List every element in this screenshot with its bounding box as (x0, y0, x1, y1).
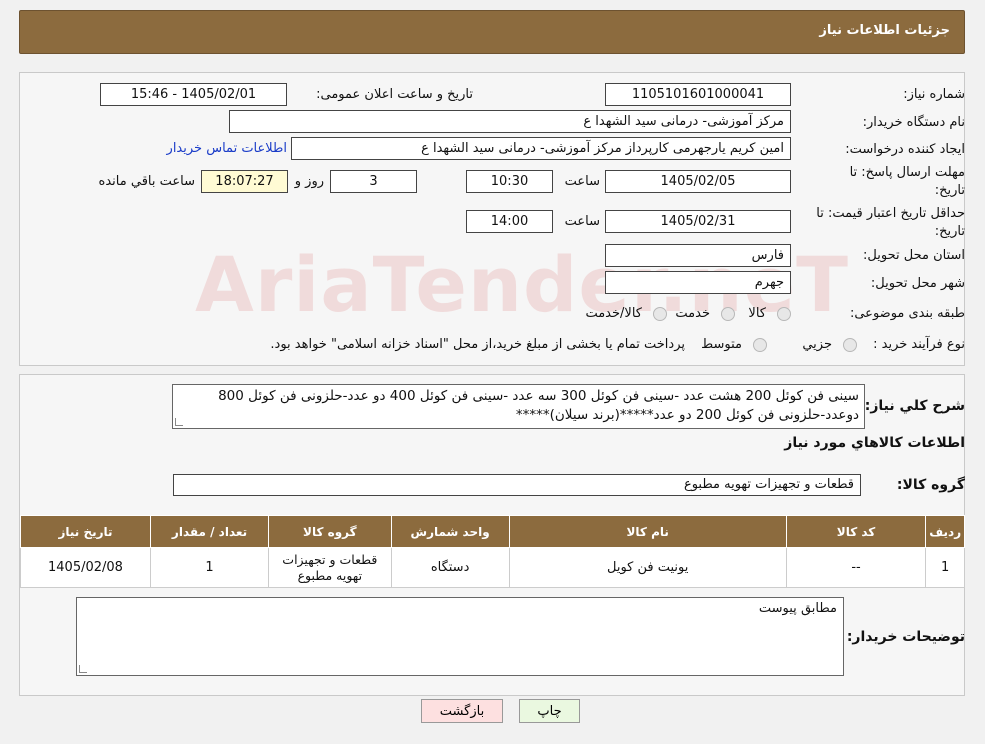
resize-grip-icon[interactable] (175, 418, 183, 426)
deadline-time-label: ساعت (564, 174, 600, 189)
buyer-org-field: مرکز آموزشی- درمانی سید الشهدا ع (229, 110, 791, 133)
process-note: پرداخت تمام یا بخشی از مبلغ خرید،از محل … (270, 337, 685, 352)
need-number-label: شماره نیاز: (903, 87, 965, 102)
province-label: استان محل تحویل: (863, 248, 965, 263)
goods-group-field: قطعات و تجهیزات تهویه مطبوع (173, 474, 861, 496)
process-medium-radio[interactable] (753, 338, 767, 352)
days-field: 3 (330, 170, 417, 193)
creator-label: ایجاد کننده درخواست: (845, 142, 965, 157)
table-header-row: رديف کد کالا نام کالا واحد شمارش گروه کا… (20, 515, 965, 548)
description-label: شرح کلي نياز: (864, 398, 965, 414)
page-header: جزئیات اطلاعات نیاز (19, 10, 965, 54)
validity-label: حداقل تاریخ اعتبار قیمت: تا (816, 206, 965, 221)
col-name-header: نام کالا (508, 515, 787, 548)
remaining-label: ساعت باقي مانده (98, 174, 195, 189)
cell-row: 1 (925, 547, 965, 588)
buyer-org-label: نام دستگاه خریدار: (862, 115, 965, 130)
col-code-header: کد کالا (785, 515, 927, 548)
validity-label-cont: تاریخ: (934, 224, 965, 239)
cell-qty: 1 (149, 547, 270, 588)
deadline-date-field: 1405/02/05 (605, 170, 791, 193)
validity-time-field: 14:00 (466, 210, 553, 233)
deadline-label: مهلت ارسال پاسخ: تا (849, 165, 965, 180)
table-row: 1 -- یونیت فن کویل دستگاه قطعات و تجهیزا… (20, 547, 965, 588)
cell-name: یونیت فن کویل (508, 547, 787, 588)
remaining-time-field: 18:07:27 (201, 170, 288, 193)
category-both-label: کالا/خدمت (585, 306, 642, 321)
col-date-header: تاریخ نیاز (20, 515, 151, 548)
city-field: جهرم (605, 271, 791, 294)
page-title: جزئیات اطلاعات نیاز (819, 23, 950, 38)
description-text: سینی فن کوئل 200 هشت عدد -سینی فن کوئل 3… (218, 388, 859, 423)
print-button[interactable]: چاپ (519, 699, 580, 723)
category-goods-label: کالا (748, 306, 766, 321)
cell-code: -- (785, 547, 927, 588)
buyer-notes-field[interactable]: مطابق پیوست (76, 597, 844, 676)
category-service-label: خدمت (675, 306, 710, 321)
creator-field: امین کریم یارجهرمی کارپرداز مرکز آموزشی-… (291, 137, 791, 160)
description-field[interactable]: سینی فن کوئل 200 هشت عدد -سینی فن کوئل 3… (172, 384, 865, 429)
buyer-contact-link[interactable]: اطلاعات تماس خریدار (167, 141, 287, 156)
deadline-label-cont: تاریخ: (934, 183, 965, 198)
days-label: روز و (294, 174, 324, 189)
goods-table: رديف کد کالا نام کالا واحد شمارش گروه کا… (20, 515, 965, 588)
category-service-radio[interactable] (721, 307, 735, 321)
buyer-notes-label: توضیحات خریدار: (846, 629, 965, 645)
cell-unit: دستگاه (390, 547, 510, 588)
col-unit-header: واحد شمارش (390, 515, 510, 548)
goods-group-label: گروه کالا: (896, 477, 965, 493)
announce-label: تاریخ و ساعت اعلان عمومی: (316, 87, 473, 102)
need-number-field: 1105101601000041 (605, 83, 791, 106)
process-label: نوع فرآیند خرید : (873, 337, 965, 352)
process-minor-radio[interactable] (843, 338, 857, 352)
buyer-notes-text: مطابق پیوست (758, 601, 837, 616)
back-button[interactable]: بازگشت (421, 699, 503, 723)
cell-date: 1405/02/08 (20, 547, 151, 588)
category-goods-radio[interactable] (777, 307, 791, 321)
col-qty-header: تعداد / مقدار (149, 515, 270, 548)
goods-section-title: اطلاعات کالاهاي مورد نياز (784, 435, 965, 451)
city-label: شهر محل تحویل: (870, 276, 965, 291)
process-medium-label: متوسط (701, 337, 742, 352)
validity-date-field: 1405/02/31 (605, 210, 791, 233)
process-minor-label: جزيي (802, 337, 832, 352)
province-field: فارس (605, 244, 791, 267)
category-label: طبقه بندی موضوعی: (849, 306, 965, 321)
col-row-header: رديف (925, 515, 965, 548)
announce-field: 1405/02/01 - 15:46 (100, 83, 287, 106)
deadline-time-field: 10:30 (466, 170, 553, 193)
col-group-header: گروه کالا (268, 515, 392, 548)
cell-group: قطعات و تجهیزات تهویه مطبوع (268, 547, 392, 588)
resize-grip-icon[interactable] (79, 665, 87, 673)
validity-time-label: ساعت (564, 214, 600, 229)
category-both-radio[interactable] (653, 307, 667, 321)
